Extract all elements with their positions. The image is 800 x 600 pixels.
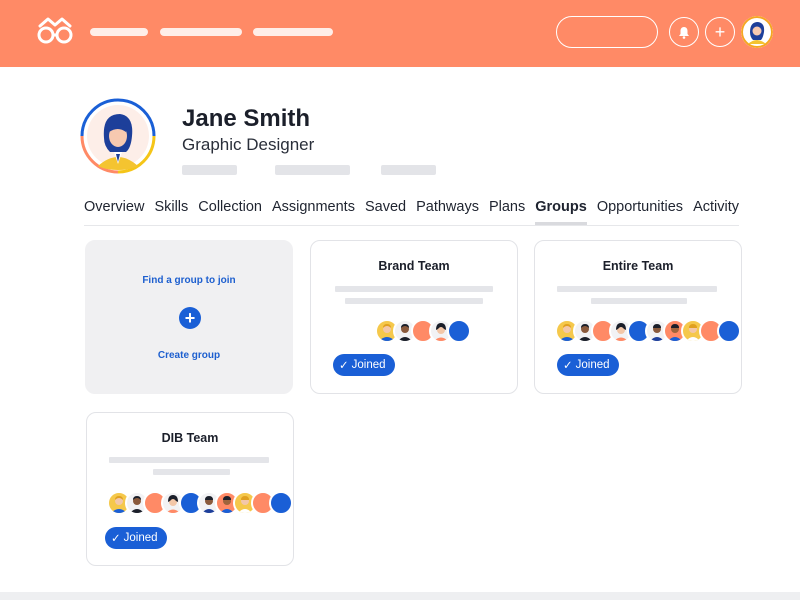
- tab-groups[interactable]: Groups: [535, 199, 587, 225]
- group-description-placeholder: [591, 298, 687, 304]
- profile-job-title: Graphic Designer: [182, 135, 315, 154]
- tab-opportunities[interactable]: Opportunities: [597, 199, 683, 215]
- search-input[interactable]: [556, 16, 658, 48]
- group-card-brand-team[interactable]: Brand Team ✓ Joined: [310, 240, 518, 394]
- member-avatars: [555, 319, 741, 343]
- group-name: DIB Team: [161, 431, 219, 445]
- joined-label: Joined: [351, 359, 386, 371]
- group-description-placeholder: [335, 286, 493, 292]
- joined-label: Joined: [575, 359, 610, 371]
- joined-label: Joined: [123, 532, 158, 544]
- group-name: Brand Team: [378, 259, 450, 273]
- plus-icon: +: [714, 22, 726, 42]
- check-icon: ✓: [339, 360, 349, 372]
- check-icon: ✓: [111, 533, 121, 545]
- joined-button[interactable]: ✓ Joined: [105, 527, 167, 549]
- profile-meta-placeholder: [182, 165, 237, 175]
- tab-pathways[interactable]: Pathways: [416, 199, 479, 215]
- group-name: Entire Team: [602, 259, 674, 273]
- add-button[interactable]: +: [705, 17, 735, 47]
- check-icon: ✓: [563, 360, 573, 372]
- tab-skills[interactable]: Skills: [154, 199, 188, 215]
- joined-button[interactable]: ✓ Joined: [333, 354, 395, 376]
- member-avatars: [375, 319, 471, 343]
- member-avatars: [107, 491, 293, 515]
- group-description-placeholder: [557, 286, 717, 292]
- group-description-placeholder: [345, 298, 483, 304]
- notifications-button[interactable]: [669, 17, 699, 47]
- create-group-link[interactable]: Create group: [86, 350, 292, 361]
- profile-tabs: Overview Skills Collection Assignments S…: [84, 199, 739, 225]
- top-navigation-bar: +: [0, 0, 800, 67]
- find-group-link[interactable]: Find a group to join: [86, 275, 292, 286]
- nav-link-placeholder[interactable]: [160, 28, 242, 36]
- bell-icon: [679, 26, 689, 39]
- tab-overview[interactable]: Overview: [84, 199, 144, 215]
- profile-name: Jane Smith: [182, 105, 311, 132]
- nav-link-placeholder[interactable]: [253, 28, 333, 36]
- group-card-entire-team[interactable]: Entire Team ✓ Joined: [534, 240, 742, 394]
- find-group-card[interactable]: Find a group to join + Create group: [85, 240, 293, 394]
- tab-assignments[interactable]: Assignments: [272, 199, 355, 215]
- member-avatar: [717, 319, 741, 343]
- group-description-placeholder: [109, 457, 269, 463]
- tab-activity[interactable]: Activity: [693, 199, 739, 215]
- group-description-placeholder: [153, 469, 230, 475]
- tab-saved[interactable]: Saved: [365, 199, 406, 215]
- profile-meta-placeholder: [381, 165, 436, 175]
- user-avatar-icon: [741, 16, 773, 48]
- user-avatar[interactable]: [741, 16, 773, 48]
- profile-avatar: [80, 98, 156, 174]
- tab-plans[interactable]: Plans: [489, 199, 525, 215]
- joined-button[interactable]: ✓ Joined: [557, 354, 619, 376]
- bottom-edge: [0, 592, 800, 600]
- profile-meta-placeholder: [275, 165, 350, 175]
- tabs-divider: [84, 225, 739, 226]
- member-avatar: [269, 491, 293, 515]
- plus-icon[interactable]: +: [179, 307, 201, 329]
- glasses-logo-icon[interactable]: [34, 16, 76, 46]
- tab-collection[interactable]: Collection: [198, 199, 262, 215]
- nav-link-placeholder[interactable]: [90, 28, 148, 36]
- group-card-dib-team[interactable]: DIB Team ✓ Joined: [86, 412, 294, 566]
- member-avatar: [447, 319, 471, 343]
